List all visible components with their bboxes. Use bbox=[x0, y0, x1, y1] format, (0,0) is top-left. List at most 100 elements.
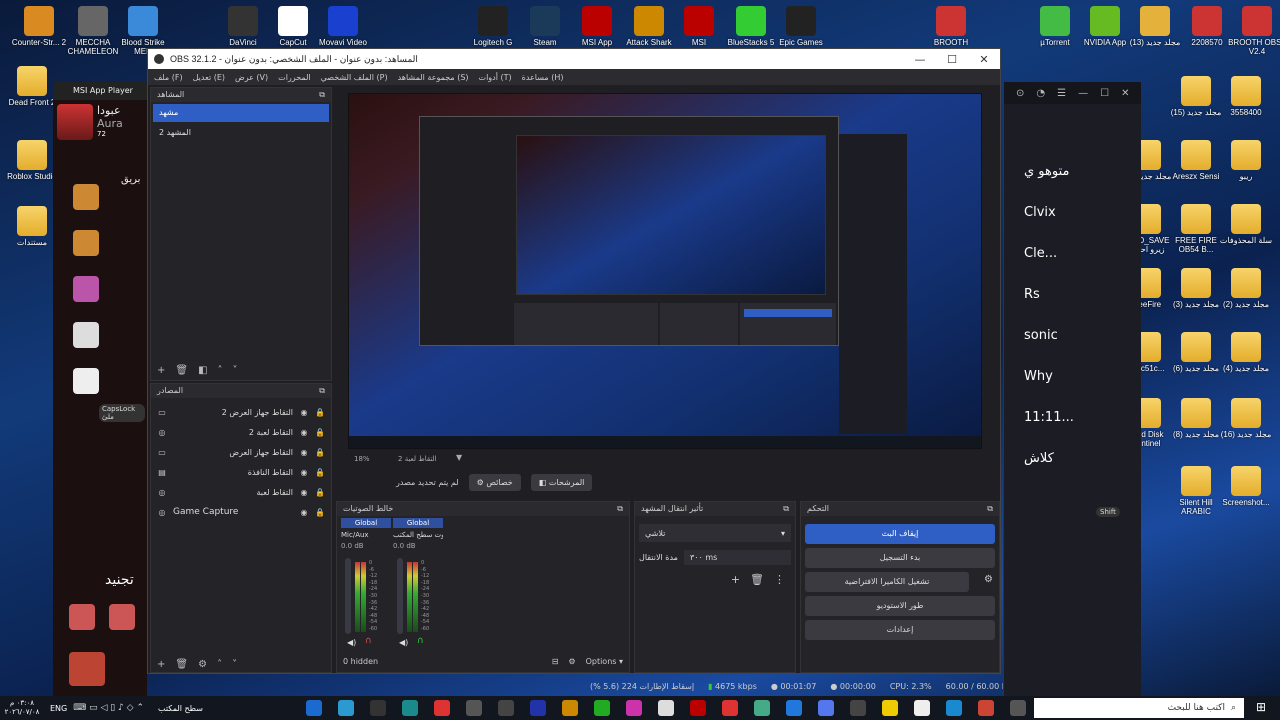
remove-transition-icon[interactable]: 🗑 bbox=[750, 573, 764, 586]
source-item[interactable]: ▭ التقاط جهاز العرض 2 ◉ 🔒 bbox=[151, 402, 331, 422]
maximize-icon[interactable]: ☐ bbox=[936, 53, 968, 66]
menu-item[interactable]: أدوات (T) bbox=[479, 73, 512, 82]
taskbar-app-icon[interactable] bbox=[338, 700, 354, 716]
notification-icon[interactable]: ◔ bbox=[1036, 88, 1045, 99]
control-button[interactable]: تشغيل الكاميرا الافتراضية bbox=[805, 572, 969, 592]
taskbar-app-icon[interactable] bbox=[530, 700, 546, 716]
virtual-camera-settings-icon[interactable]: ⚙ bbox=[984, 574, 993, 585]
game-label[interactable]: sonic bbox=[1024, 328, 1141, 343]
desktop-icon[interactable]: Dead Front 2 bbox=[4, 66, 60, 107]
menu-item[interactable]: مجموعة المشاهد (S) bbox=[398, 73, 469, 82]
move-up-icon[interactable]: ˄ bbox=[218, 365, 223, 376]
move-down-icon[interactable]: ˅ bbox=[233, 365, 238, 376]
game-label[interactable]: 11:11... bbox=[1024, 410, 1141, 425]
lock-icon[interactable]: 🔒 bbox=[315, 468, 325, 477]
close-icon[interactable]: ✕ bbox=[968, 53, 1000, 66]
tray-icons[interactable]: ⌨ ▭ ◁ ▯ ♪ ◇ ⌃ bbox=[73, 703, 144, 713]
desktop-icon[interactable]: Epic Games bbox=[770, 6, 832, 47]
freefire-icon[interactable] bbox=[69, 652, 105, 686]
menu-item[interactable]: الملف الشخصي (P) bbox=[321, 73, 388, 82]
control-button[interactable]: بدء التسجيل bbox=[805, 548, 995, 568]
desktop-icon[interactable]: Roblox Studio bbox=[4, 140, 60, 181]
control-button[interactable]: إيقاف البث bbox=[805, 524, 995, 544]
event-icon[interactable] bbox=[73, 276, 99, 302]
taskbar-app-icon[interactable] bbox=[690, 700, 706, 716]
taskbar-app-icon[interactable] bbox=[786, 700, 802, 716]
mixer-options-button[interactable]: Options ▾ bbox=[586, 657, 623, 666]
desktop-icon[interactable]: مجلد جديد (4) bbox=[1218, 332, 1274, 373]
channel-name[interactable]: Mic/Aux bbox=[341, 531, 391, 539]
game-label[interactable]: Why bbox=[1024, 369, 1141, 384]
eye-icon[interactable]: ◉ bbox=[299, 488, 309, 497]
taskbar-app-icon[interactable] bbox=[754, 700, 770, 716]
lock-icon[interactable]: 🔒 bbox=[315, 408, 325, 417]
eye-icon[interactable]: ◉ bbox=[299, 428, 309, 437]
minimize-icon[interactable]: — bbox=[904, 53, 936, 66]
taskbar-app-icon[interactable] bbox=[818, 700, 834, 716]
bluestacks-window[interactable]: ⊙ ◔ ☰ — ☐ ✕ متوهو ي Clvix Cle... Rs sonic Why… bbox=[1003, 82, 1141, 696]
taskbar-app-icon[interactable] bbox=[1010, 700, 1026, 716]
desktop-icon[interactable]: مستندات bbox=[4, 206, 60, 247]
eye-icon[interactable]: ◉ bbox=[299, 468, 309, 477]
menu-item[interactable]: تعديل (E) bbox=[193, 73, 225, 82]
transition-select[interactable]: تلاشي ▾ bbox=[639, 524, 791, 542]
date-time[interactable]: ٠٣:٠٨ م ٢٠٢٦/٠٧/٠٨ bbox=[0, 699, 44, 717]
lock-icon[interactable]: 🔒 bbox=[315, 488, 325, 497]
eye-icon[interactable]: ◉ bbox=[299, 448, 309, 457]
minimize-icon[interactable]: — bbox=[1078, 88, 1088, 99]
desktop-icon[interactable]: مجلد جديد (2) bbox=[1218, 268, 1274, 309]
channel-name[interactable]: صوت سطح المكتب bbox=[393, 531, 443, 539]
desktop-icon[interactable]: ريبو bbox=[1218, 140, 1274, 181]
tab-icon[interactable] bbox=[73, 322, 99, 348]
taskbar-app-icon[interactable] bbox=[978, 700, 994, 716]
volume-slider[interactable] bbox=[397, 558, 403, 634]
desktop-icon[interactable]: سلة المحذوفات bbox=[1218, 204, 1274, 245]
desktop-icon[interactable]: مجلد جديد (16) bbox=[1218, 398, 1274, 439]
close-icon[interactable]: ✕ bbox=[1121, 88, 1129, 99]
scene-item[interactable]: المشهد 2 bbox=[153, 124, 329, 142]
mixer-settings-icon[interactable]: ⚙ bbox=[568, 657, 575, 666]
language-indicator[interactable]: ENG bbox=[50, 704, 67, 713]
eye-icon[interactable]: ◉ bbox=[299, 508, 309, 517]
desktop-label[interactable]: سطح المكتب bbox=[158, 704, 248, 713]
add-source-icon[interactable]: + bbox=[157, 659, 165, 670]
dock-float-icon[interactable]: ⧉ bbox=[319, 384, 325, 398]
lock-icon[interactable]: 🔒 bbox=[315, 508, 325, 517]
desktop-icon[interactable]: مجلد جديد (8) bbox=[1168, 398, 1224, 439]
remove-scene-icon[interactable]: 🗑 bbox=[175, 365, 188, 376]
taskbar-app-icon[interactable] bbox=[402, 700, 418, 716]
remove-source-icon[interactable]: 🗑 bbox=[175, 659, 188, 670]
headphones-icon[interactable]: ∩ bbox=[417, 636, 424, 646]
lock-icon[interactable]: 🔒 bbox=[315, 428, 325, 437]
speaker-icon[interactable]: ◀) bbox=[347, 638, 356, 647]
move-up-icon[interactable]: ˄ bbox=[217, 659, 222, 670]
desktop-icon[interactable]: 3558400 bbox=[1218, 76, 1274, 117]
obs-window[interactable]: OBS 32.1.2 - المساهد: بدون عنوان - الملف… bbox=[147, 48, 1001, 674]
maximize-icon[interactable]: ☐ bbox=[1100, 88, 1109, 99]
source-item[interactable]: ◎ Game Capture ◉ 🔒 bbox=[151, 502, 331, 522]
desktop-icon[interactable]: Silent Hill ARABIC bbox=[1168, 466, 1224, 516]
source-item[interactable]: ◎ التقاط لعبة ◉ 🔒 bbox=[151, 482, 331, 502]
duration-input[interactable]: ٣٠٠ ms bbox=[683, 550, 791, 565]
taskbar-app-icon[interactable] bbox=[626, 700, 642, 716]
taskbar-app-icon[interactable] bbox=[882, 700, 898, 716]
add-scene-icon[interactable]: + bbox=[157, 365, 165, 376]
taskbar-app-icon[interactable] bbox=[946, 700, 962, 716]
menu-item[interactable]: مساعدة (H) bbox=[522, 73, 564, 82]
control-button[interactable]: إعدادات bbox=[805, 620, 995, 640]
move-down-icon[interactable]: ˅ bbox=[232, 659, 237, 670]
desktop-icon[interactable]: مجلد جديد (6) bbox=[1168, 332, 1224, 373]
add-transition-icon[interactable]: + bbox=[731, 573, 740, 586]
source-item[interactable]: ◎ التقاط لعبة 2 ◉ 🔒 bbox=[151, 422, 331, 442]
recruit-label[interactable]: تجنيد bbox=[105, 572, 134, 588]
control-button[interactable]: طور الاستوديو bbox=[805, 596, 995, 616]
start-button[interactable]: ⊞ bbox=[1256, 700, 1272, 716]
game-label[interactable]: Cle... bbox=[1024, 246, 1141, 261]
inventory-icon[interactable] bbox=[73, 230, 99, 256]
taskbar-app-icon[interactable] bbox=[498, 700, 514, 716]
obs-title-bar[interactable]: OBS 32.1.2 - المساهد: بدون عنوان - الملف… bbox=[148, 49, 1000, 69]
preview-scroll-down-icon[interactable]: ▼ bbox=[456, 453, 462, 462]
desktop-icon[interactable]: Counter-Str... 2 bbox=[8, 6, 70, 47]
desktop-icon[interactable]: BROOTH OBS4 V2.4 bbox=[1226, 6, 1280, 56]
menu-item[interactable]: ملف (F) bbox=[154, 73, 183, 82]
